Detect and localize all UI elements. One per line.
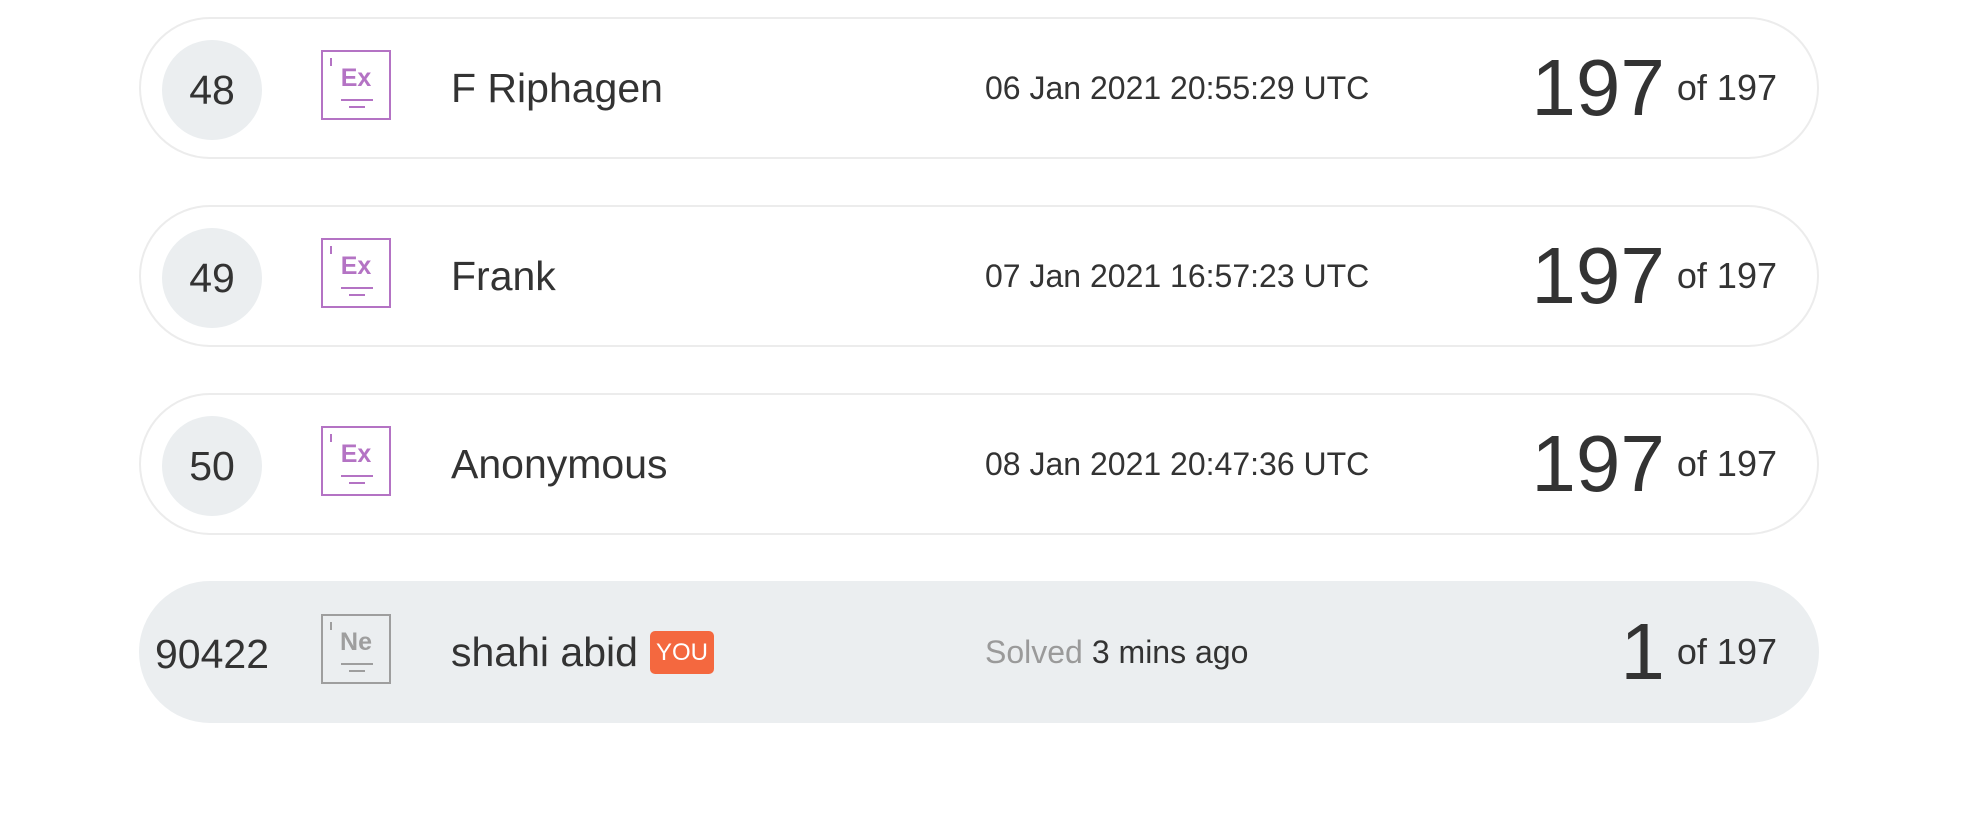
score-value: 1 — [1620, 607, 1665, 696]
player-name[interactable]: Frank — [451, 207, 556, 345]
leaderboard-row[interactable]: 48 Ex F Riphagen 06 Jan 2021 20:55:29 UT… — [139, 17, 1819, 159]
player-name[interactable]: F Riphagen — [451, 19, 663, 157]
solved-time-value: 3 mins ago — [1091, 633, 1249, 670]
current-user-row[interactable]: 90422 Ne shahi abid YOU Solved 3 mins ag… — [139, 581, 1819, 723]
leaderboard-row[interactable]: 49 Ex Frank 07 Jan 2021 16:57:23 UTC 197… — [139, 205, 1819, 347]
solved-date: 08 Jan 2021 20:47:36 UTC — [985, 445, 1370, 482]
score-value: 197 — [1531, 419, 1665, 508]
solved-date: 06 Jan 2021 20:55:29 UTC — [985, 69, 1370, 106]
you-badge: YOU — [649, 630, 714, 674]
leaderboard: 48 Ex F Riphagen 06 Jan 2021 20:55:29 UT… — [0, 0, 1974, 826]
player-name-text[interactable]: shahi abid — [451, 629, 638, 676]
leaderboard-row[interactable]: 50 Ex Anonymous 08 Jan 2021 20:47:36 UTC… — [139, 393, 1819, 535]
score: 197 of 197 — [1531, 395, 1777, 533]
score-total: of 197 — [1676, 443, 1777, 484]
score-total: of 197 — [1676, 631, 1777, 672]
score-total: of 197 — [1676, 67, 1777, 108]
score: 197 of 197 — [1531, 207, 1777, 345]
player-name-text[interactable]: F Riphagen — [451, 65, 663, 112]
rank-badge: 49 — [162, 228, 262, 328]
player-name-text[interactable]: Frank — [451, 253, 556, 300]
novice-level-icon: Ne — [321, 614, 391, 684]
expert-level-icon: Ex — [321, 50, 391, 120]
player-name-text[interactable]: Anonymous — [451, 441, 668, 488]
score: 197 of 197 — [1531, 19, 1777, 157]
expert-level-icon: Ex — [321, 238, 391, 308]
expert-level-icon: Ex — [321, 426, 391, 496]
score: 1 of 197 — [1620, 583, 1777, 721]
score-total: of 197 — [1676, 255, 1777, 296]
solved-time: Solved 3 mins ago — [985, 583, 1248, 721]
score-value: 197 — [1531, 43, 1665, 132]
rank-badge: 50 — [162, 416, 262, 516]
player-name[interactable]: shahi abid YOU — [451, 583, 714, 721]
rank-badge: 90422 — [154, 630, 269, 677]
solved-label: Solved — [985, 633, 1083, 670]
player-name[interactable]: Anonymous — [451, 395, 668, 533]
solved-date: 07 Jan 2021 16:57:23 UTC — [985, 257, 1370, 294]
rank-badge: 48 — [162, 40, 262, 140]
score-value: 197 — [1531, 231, 1665, 320]
